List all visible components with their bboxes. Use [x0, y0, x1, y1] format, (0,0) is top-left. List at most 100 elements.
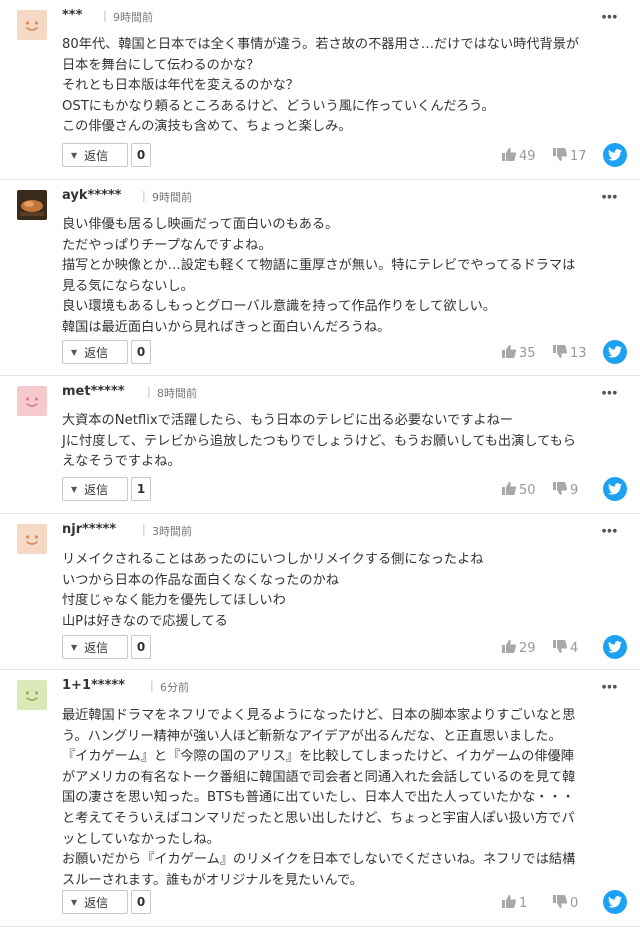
- more-menu-icon[interactable]: ●●●: [602, 14, 618, 20]
- reply-button[interactable]: ▼ 返信: [62, 890, 128, 914]
- reply-count: 1: [131, 477, 151, 501]
- comment-line: 見る気にならないし。: [62, 278, 194, 294]
- more-menu-icon[interactable]: ●●●: [602, 194, 618, 200]
- like-button[interactable]: 49: [502, 148, 536, 165]
- comment-line: お願いだから『イカゲーム』のリメイクを日本でしないでくださいね。ネフリでは結構: [62, 852, 576, 868]
- reply-button[interactable]: ▼ 返信: [62, 340, 128, 364]
- like-button[interactable]: 50: [502, 482, 536, 499]
- dislike-count: 17: [570, 149, 587, 164]
- reply-count: 0: [131, 143, 151, 167]
- timestamp: 9時間前: [113, 11, 153, 24]
- dislike-button[interactable]: 17: [553, 148, 587, 165]
- reply-button[interactable]: ▼ 返信: [62, 635, 128, 659]
- username[interactable]: met*****: [62, 384, 125, 399]
- more-menu-icon[interactable]: ●●●: [602, 684, 618, 690]
- like-button[interactable]: 35: [502, 345, 536, 362]
- twitter-bird-icon: [608, 483, 622, 495]
- timestamp: 6分前: [160, 681, 189, 694]
- twitter-share-button[interactable]: [603, 635, 627, 659]
- dislike-count: 0: [570, 896, 579, 911]
- username[interactable]: njr*****: [62, 522, 116, 537]
- reply-label: 返信: [84, 345, 109, 360]
- reply-button[interactable]: ▼ 返信: [62, 143, 128, 167]
- comment-line: 韓国は最近面白いから見ればきっと面白いんだろうね。: [62, 319, 391, 335]
- comment-line: 良い俳優も居るし映画だって面白いのもある。: [62, 217, 339, 232]
- reply-count: 0: [131, 340, 151, 364]
- comment-line: 大資本のNetflixで活躍したら、もう日本のテレビに出る必要ないですよねー: [62, 413, 513, 428]
- avatar[interactable]: [17, 680, 47, 710]
- caret-down-icon: ▼: [71, 150, 78, 160]
- dislike-count: 9: [570, 483, 579, 498]
- comment-line: リメイクされることはあったのにいつしかリメイクする側になったよね: [62, 552, 484, 567]
- dislike-button[interactable]: 13: [553, 345, 587, 362]
- timestamp: 8時間前: [157, 387, 197, 400]
- reply-label: 返信: [84, 640, 109, 655]
- reply-button[interactable]: ▼ 返信: [62, 477, 128, 501]
- like-count: 50: [519, 483, 536, 498]
- comment-line: 山Pは好きなので応援してる: [62, 613, 228, 629]
- twitter-bird-icon: [608, 346, 622, 358]
- avatar[interactable]: [17, 190, 47, 220]
- comment-line: と考えてそういえばコンマリだったと思い出したけど、ちょっと宇宙人ぽい扱い方でパ: [62, 810, 575, 826]
- like-button[interactable]: 1: [502, 895, 527, 912]
- comment-line: 国の凄さを思い知った。BTSも普通に出ていたし、日本人で出た人っていたかな・・・: [62, 790, 575, 806]
- timestamp: 9時間前: [152, 191, 192, 204]
- comment-line: それとも日本版は年代を変えるのかな？: [62, 78, 299, 94]
- comment-line: いつから日本の作品な面白くなくなったのかね: [62, 572, 339, 588]
- username[interactable]: 1+1*****: [62, 678, 125, 693]
- reply-label: 返信: [84, 895, 109, 910]
- comment-body: 最近韓国ドラマをネフリでよく見るようになったけど、日本の脚本家よりすごいなと思う…: [62, 706, 630, 891]
- twitter-bird-icon: [608, 149, 622, 161]
- dislike-button[interactable]: 0: [553, 895, 578, 912]
- caret-down-icon: ▼: [71, 347, 78, 357]
- comment-line: ッとしていなかったしね。: [62, 831, 220, 847]
- comment-body: 80年代、韓国と日本では全く事情が違う。若さ故の不器用さ…だけではない時代背景が…: [62, 35, 630, 138]
- thumbs-down-icon: [553, 482, 570, 499]
- twitter-share-button[interactable]: [603, 477, 627, 501]
- dislike-button[interactable]: 4: [553, 640, 578, 657]
- twitter-share-button[interactable]: [603, 890, 627, 914]
- avatar[interactable]: [17, 386, 47, 416]
- twitter-bird-icon: [608, 641, 622, 653]
- username[interactable]: ***: [62, 8, 82, 23]
- avatar[interactable]: [17, 10, 47, 40]
- comment-body: リメイクされることはあったのにいつしかリメイクする側になったよね いつから日本の作…: [62, 550, 630, 632]
- thumbs-down-icon: [553, 640, 570, 657]
- thumbs-up-icon: [502, 345, 519, 362]
- comment-line: この俳優さんの演技も含めて、ちょっと楽しみ。: [62, 119, 352, 135]
- comment-line: がアメリカの有名なトーク番組に韓国語で司会者と同通入れた会話しているのを見て韓: [62, 769, 576, 785]
- comment-line: 最近韓国ドラマをネフリでよく見るようになったけど、日本の脚本家よりすごいなと思: [62, 708, 576, 723]
- comment-item: njr***** | 3時間前 ●●● リメイクされることはあったのにいつしかリメイクす…: [0, 514, 640, 670]
- dislike-count: 4: [570, 641, 579, 656]
- caret-down-icon: ▼: [71, 897, 78, 907]
- reply-label: 返信: [84, 482, 109, 497]
- reply-label: 返信: [84, 148, 109, 163]
- comment-item: ayk***** | 9時間前 ●●● 良い俳優も居るし映画だって面白いのもある。 ただや…: [0, 180, 640, 376]
- separator: |: [150, 679, 154, 692]
- thumbs-up-icon: [502, 148, 519, 165]
- comment-line: 日本を舞台にして伝わるのかな？: [62, 57, 260, 73]
- twitter-share-button[interactable]: [603, 143, 627, 167]
- reply-count: 0: [131, 890, 151, 914]
- comment-item: *** | 9時間前 ●●● 80年代、韓国と日本では全く事情が違う。若さ故の不器用さ……: [0, 0, 640, 180]
- like-count: 49: [519, 149, 536, 164]
- username[interactable]: ayk*****: [62, 188, 121, 203]
- like-button[interactable]: 29: [502, 640, 536, 657]
- dislike-button[interactable]: 9: [553, 482, 578, 499]
- comment-body: 大資本のNetflixで活躍したら、もう日本のテレビに出る必要ないですよねー Jに…: [62, 411, 630, 473]
- twitter-share-button[interactable]: [603, 340, 627, 364]
- thumbs-down-icon: [553, 148, 570, 165]
- thumbs-up-icon: [502, 640, 519, 657]
- separator: |: [142, 523, 146, 536]
- comment-line: ただやっぱりチープなんですよね。: [62, 237, 272, 253]
- more-menu-icon[interactable]: ●●●: [602, 528, 618, 534]
- like-count: 35: [519, 346, 536, 361]
- avatar[interactable]: [17, 524, 47, 554]
- comment-item: 1+1***** | 6分前 ●●● 最近韓国ドラマをネフリでよく見るようになったけど、…: [0, 670, 640, 927]
- comment-line: スルーされます。誰もがオリジナルを見たいんで。: [62, 872, 363, 888]
- separator: |: [103, 9, 107, 22]
- comment-line: う。ハングリー精神が強い人ほど斬新なアイデアが出るんだな、と正直思いました。: [62, 728, 562, 744]
- separator: |: [142, 189, 146, 202]
- thumbs-down-icon: [553, 345, 570, 362]
- more-menu-icon[interactable]: ●●●: [602, 390, 618, 396]
